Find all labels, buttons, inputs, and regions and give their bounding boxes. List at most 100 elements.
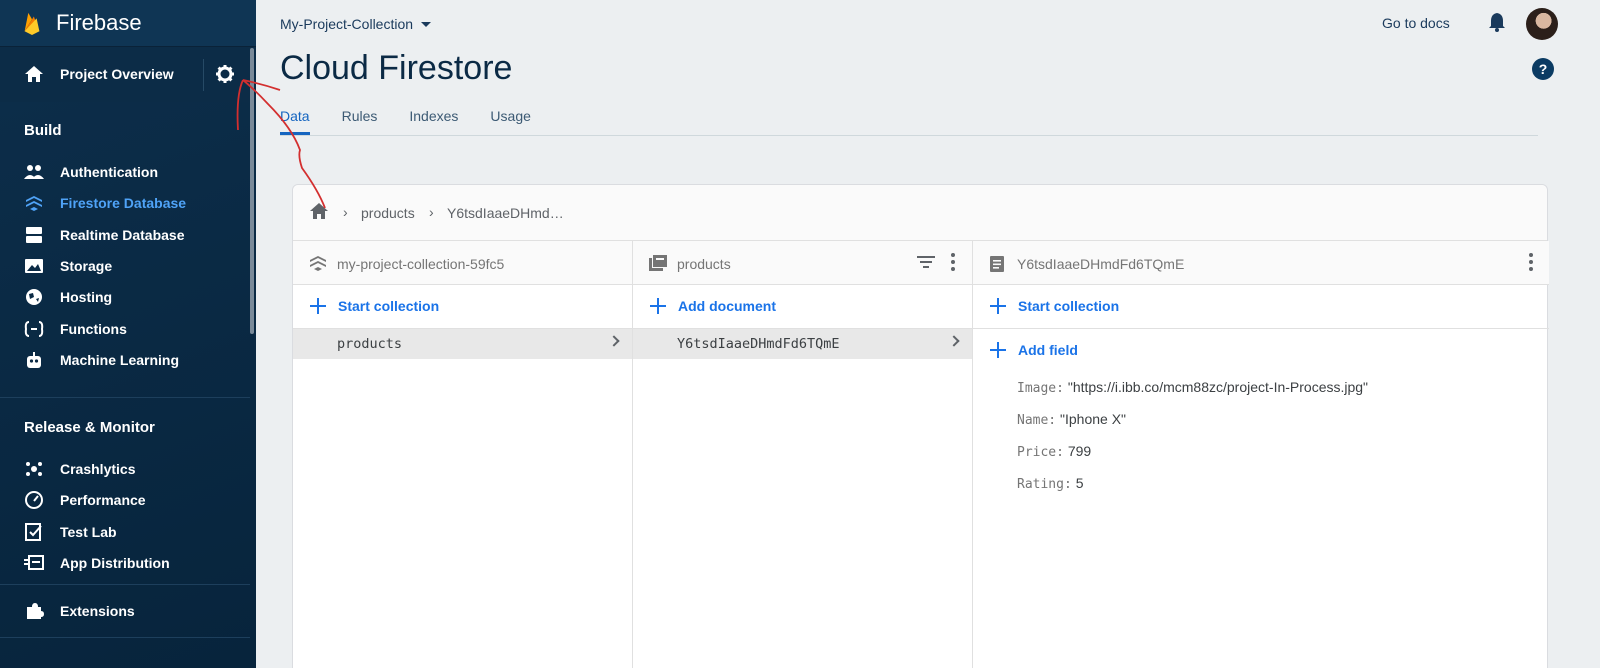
people-icon — [24, 165, 44, 179]
sidebar-item-firestore-database[interactable]: Firestore Database — [0, 188, 250, 218]
more-vert-icon[interactable] — [951, 253, 955, 271]
sidebar-item-label: Crashlytics — [60, 461, 136, 477]
field-key: Image: — [1017, 381, 1064, 396]
list-item-label: products — [337, 336, 403, 352]
plus-icon — [989, 297, 1007, 315]
tab-data[interactable]: Data — [280, 108, 310, 135]
filter-icon[interactable] — [917, 255, 935, 269]
list-item-selected[interactable]: products — [293, 329, 632, 359]
sidebar-item-machine-learning[interactable]: Machine Learning — [0, 345, 250, 375]
sidebar-header: Firebase — [0, 0, 256, 46]
breadcrumb-item[interactable]: products — [361, 205, 415, 221]
project-name: My-Project-Collection — [280, 16, 414, 32]
database-stack-icon — [310, 256, 326, 271]
sidebar-nav: Build Authentication Firestore Database … — [0, 102, 256, 668]
root-column: my-project-collection-59fc5 Start collec… — [293, 241, 633, 668]
collection-icon — [649, 255, 667, 271]
project-overview-link[interactable]: Project Overview — [60, 66, 174, 82]
document-field[interactable]: Rating: 5 — [1017, 475, 1083, 492]
sidebar-item-label: Functions — [60, 321, 127, 337]
action-label: Start collection — [1018, 298, 1120, 314]
sidebar-item-crashlytics[interactable]: Crashlytics — [0, 454, 250, 484]
chevron-right-icon — [948, 335, 960, 347]
add-field-button[interactable]: Add field — [989, 341, 1078, 359]
start-collection-button[interactable]: Start collection — [309, 297, 439, 315]
tab-bar: Data Rules Indexes Usage — [280, 108, 563, 135]
sidebar-item-extensions[interactable]: Extensions — [0, 596, 250, 626]
chevron-right-icon — [608, 335, 620, 347]
action-label: Add field — [1018, 342, 1078, 358]
avatar[interactable] — [1526, 8, 1558, 40]
project-overview-row: Project Overview — [0, 46, 256, 102]
sidebar-item-test-lab[interactable]: Test Lab — [0, 517, 250, 547]
chevron-right-icon: › — [343, 204, 348, 220]
breadcrumb: › products › Y6tsdIaaeDHmd… — [293, 185, 1547, 241]
tab-rules[interactable]: Rules — [342, 108, 378, 135]
row-divider — [973, 328, 1549, 329]
document-field[interactable]: Image: "https://i.ibb.co/mcm88zc/project… — [1017, 379, 1368, 396]
sidebar-item-label: Machine Learning — [60, 352, 180, 368]
go-to-docs-link[interactable]: Go to docs — [1382, 15, 1450, 31]
gear-icon[interactable] — [215, 64, 235, 84]
page-title: Cloud Firestore — [280, 49, 513, 87]
list-item-selected[interactable]: Y6tsdIaaeDHmdFd6TQmE — [633, 329, 972, 359]
document-field[interactable]: Name: "Iphone X" — [1017, 411, 1126, 428]
sidebar-item-label: Performance — [60, 492, 146, 508]
document-field[interactable]: Price: 799 — [1017, 443, 1091, 460]
section-title-release-monitor: Release & Monitor — [24, 419, 155, 436]
field-value: "https://i.ibb.co/mcm88zc/project-In-Pro… — [1067, 379, 1369, 395]
sidebar-item-label: Hosting — [60, 289, 113, 305]
collection-column: products Add document Y6tsdIaaeDHmdFd6TQ… — [633, 241, 973, 668]
image-icon — [25, 259, 43, 273]
data-panel: › products › Y6tsdIaaeDHmd… my-project-c… — [292, 184, 1549, 668]
sidebar-item-app-distribution[interactable]: App Distribution — [0, 548, 250, 578]
add-document-button[interactable]: Add document — [649, 297, 776, 315]
breadcrumb-item[interactable]: Y6tsdIaaeDHmd… — [447, 205, 564, 221]
field-value: 5 — [1075, 475, 1084, 491]
sidebar-scrollbar[interactable] — [250, 48, 254, 334]
field-key: Rating: — [1017, 477, 1072, 492]
sidebar-item-hosting[interactable]: Hosting — [0, 282, 250, 312]
robot-icon — [27, 352, 41, 368]
bell-icon[interactable] — [1488, 12, 1506, 32]
column-header: Y6tsdIaaeDHmdFd6TQmE — [973, 241, 1549, 285]
tab-usage[interactable]: Usage — [490, 108, 530, 135]
sidebar-item-performance[interactable]: Performance — [0, 485, 250, 515]
project-selector[interactable]: My-Project-Collection — [280, 16, 432, 32]
sidebar-item-realtime-database[interactable]: Realtime Database — [0, 220, 250, 250]
brand-name[interactable]: Firebase — [56, 10, 142, 36]
sidebar-divider — [0, 397, 250, 398]
firestore-icon — [26, 196, 42, 211]
sidebar-item-label: Authentication — [60, 164, 158, 180]
column-title: products — [677, 256, 731, 272]
field-value: "Iphone X" — [1060, 411, 1127, 427]
column-title: my-project-collection-59fc5 — [337, 256, 505, 272]
main-content: My-Project-Collection Go to docs Cloud F… — [256, 0, 1600, 668]
sidebar-item-functions[interactable]: Functions — [0, 314, 250, 344]
more-vert-icon[interactable] — [1529, 253, 1533, 271]
sidebar: Firebase Project Overview Build Authenti… — [0, 0, 256, 668]
start-collection-button[interactable]: Start collection — [989, 297, 1119, 315]
sidebar-item-storage[interactable]: Storage — [0, 251, 250, 281]
home-icon[interactable] — [309, 202, 329, 220]
sidebar-item-label: Storage — [60, 258, 113, 274]
field-key: Name: — [1017, 413, 1057, 428]
tabs-divider — [280, 135, 1538, 136]
plus-icon — [989, 341, 1007, 359]
functions-icon — [24, 321, 44, 337]
sidebar-item-authentication[interactable]: Authentication — [0, 157, 250, 187]
help-icon[interactable]: ? — [1532, 58, 1554, 80]
column-header: my-project-collection-59fc5 — [293, 241, 632, 285]
document-column: Y6tsdIaaeDHmdFd6TQmE Start collection Ad… — [973, 241, 1549, 668]
field-value: 799 — [1067, 443, 1092, 459]
sidebar-item-label: Test Lab — [60, 524, 117, 540]
column-title: Y6tsdIaaeDHmdFd6TQmE — [1017, 256, 1185, 272]
sidebar-divider — [0, 584, 250, 585]
field-key: Price: — [1017, 445, 1064, 460]
sidebar-item-label: Realtime Database — [60, 227, 185, 243]
app-distribution-icon — [24, 555, 44, 570]
firebase-logo-icon[interactable] — [22, 11, 42, 35]
globe-icon — [26, 289, 42, 305]
tab-indexes[interactable]: Indexes — [409, 108, 458, 135]
column-header: products — [633, 241, 972, 285]
